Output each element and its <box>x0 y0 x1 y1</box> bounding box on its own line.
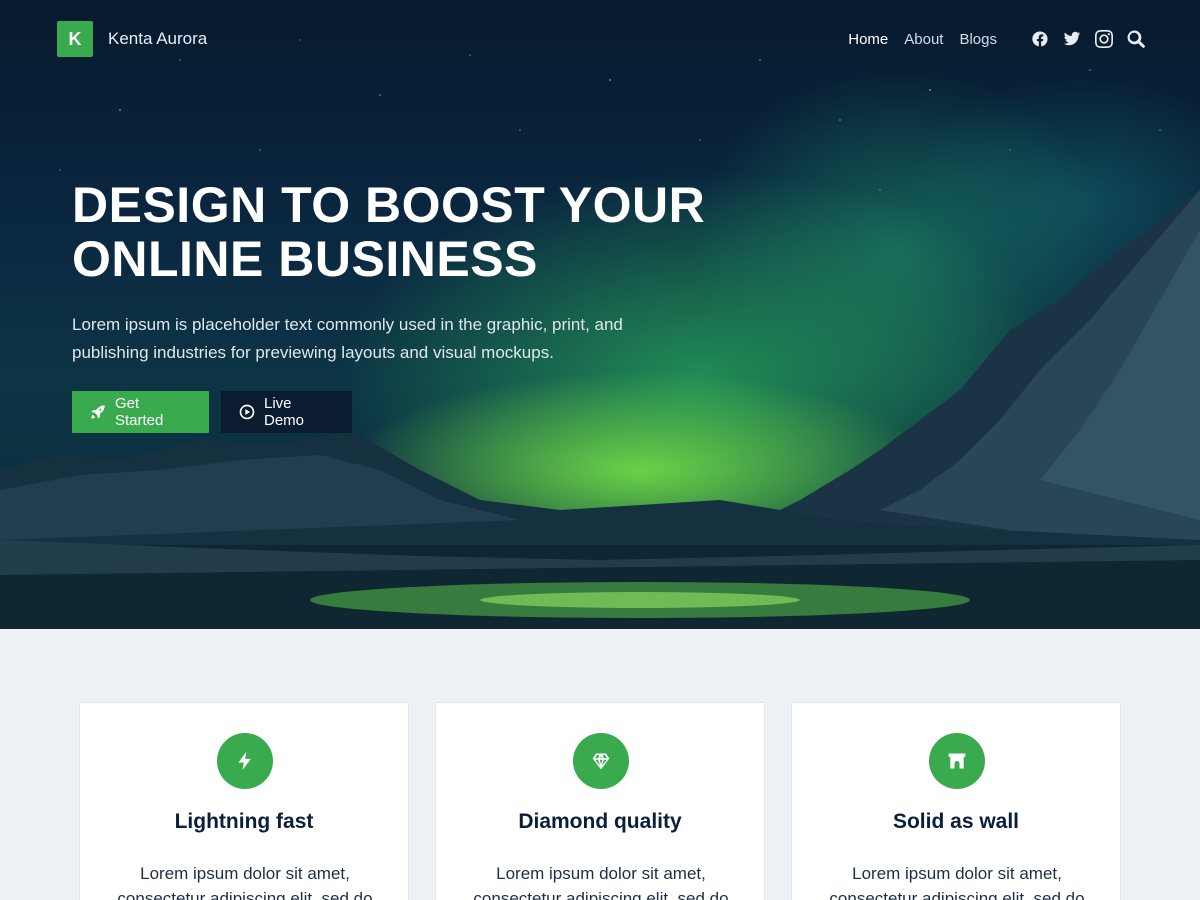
facebook-icon[interactable] <box>1031 30 1049 48</box>
feature-card-lightning: Lightning fast Lorem ipsum dolor sit ame… <box>79 702 409 900</box>
hero-subtitle: Lorem ipsum is placeholder text commonly… <box>72 315 623 362</box>
nav-link-home[interactable]: Home <box>848 31 888 48</box>
social-icons <box>1017 30 1145 48</box>
feature-card-diamond: Diamond quality Lorem ipsum dolor sit am… <box>435 702 765 900</box>
brand-name: Kenta Aurora <box>108 29 208 48</box>
nav-link-about[interactable]: About <box>904 31 943 48</box>
live-demo-label: Live Demo <box>264 395 305 429</box>
feature-card-wall: Solid as wall Lorem ipsum dolor sit amet… <box>791 702 1121 900</box>
feature-text: Lorem ipsum dolor sit amet, consectetur … <box>829 864 1085 900</box>
hero-title: DESIGN TO BOOST YOUR ONLINE BUSINESS <box>72 177 706 287</box>
feature-text: Lorem ipsum dolor sit amet, consectetur … <box>473 864 729 900</box>
brand[interactable]: K Kenta Aurora <box>57 21 207 57</box>
feature-title: Diamond quality <box>518 810 682 833</box>
instagram-icon[interactable] <box>1095 30 1113 48</box>
nav-link-blogs[interactable]: Blogs <box>959 31 997 48</box>
twitter-icon[interactable] <box>1063 30 1081 48</box>
wall-icon <box>929 733 985 789</box>
play-circle-icon <box>239 404 255 420</box>
feature-text: Lorem ipsum dolor sit amet, consectetur … <box>117 864 373 900</box>
logo-icon: K <box>57 21 93 57</box>
search-icon[interactable] <box>1127 30 1145 48</box>
lightning-icon <box>217 733 273 789</box>
get-started-label: Get Started <box>115 395 164 429</box>
feature-title: Solid as wall <box>892 810 1020 833</box>
rocket-icon <box>91 405 105 419</box>
diamond-icon <box>573 733 629 789</box>
main-nav: Home About Blogs <box>832 30 1200 48</box>
live-demo-button[interactable]: Live Demo <box>221 391 352 433</box>
feature-title: Lightning fast <box>174 810 314 833</box>
get-started-button[interactable]: Get Started <box>72 391 209 433</box>
hero-section: K Kenta Aurora Home About Blogs DESIGN T… <box>0 0 1200 629</box>
